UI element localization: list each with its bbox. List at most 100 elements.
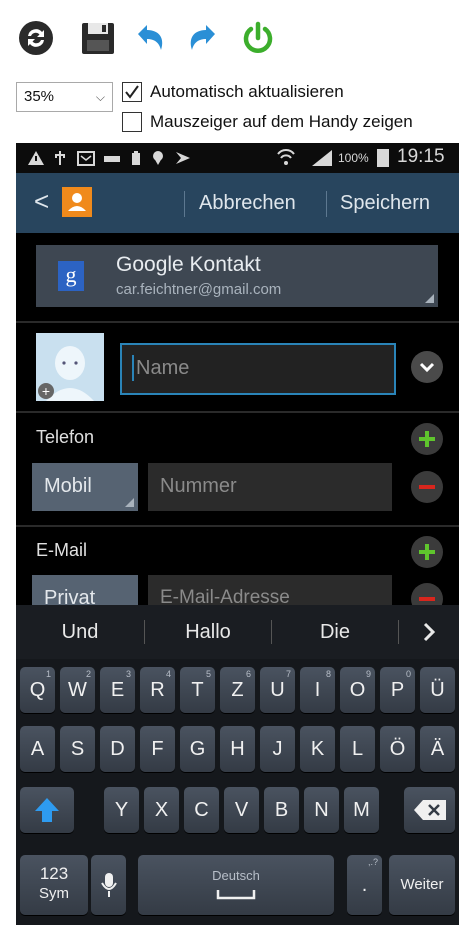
key[interactable]: B [264,787,299,833]
key[interactable]: G [180,726,215,772]
key[interactable]: Ä [420,726,455,772]
next-key[interactable]: Weiter [389,855,455,915]
shift-key[interactable] [20,787,74,833]
auto-update-label: Automatisch aktualisieren [150,82,344,101]
key-label: Ü [430,679,445,701]
key-label: T [191,679,204,701]
remove-phone-button[interactable] [411,471,443,503]
key[interactable]: Ü [420,667,455,713]
key-label: . [361,874,368,896]
key[interactable]: 4R [140,667,175,713]
cancel-button[interactable]: Abbrechen [199,192,296,215]
key[interactable]: Y [104,787,139,833]
phone-section-title: Telefon [36,427,95,447]
key[interactable]: 6Z [220,667,255,713]
key[interactable]: J [260,726,295,772]
key-label: P [390,679,405,701]
battery-icon [377,149,389,167]
divider [16,321,459,323]
key[interactable]: Ö [380,726,415,772]
key[interactable]: N [304,787,339,833]
shift-arrow-icon [35,798,59,822]
save-icon[interactable] [80,20,116,56]
key[interactable]: K [300,726,335,772]
microphone-icon [100,873,117,897]
notification-icons [28,151,190,166]
backspace-icon [413,800,446,820]
key-label: U [270,679,285,701]
plus-icon [419,544,435,560]
clock: 19:15 [397,146,445,167]
key[interactable]: L [340,726,375,772]
divider [184,191,185,217]
signal-icon [277,149,332,166]
key[interactable]: S [60,726,95,772]
key[interactable]: M [344,787,379,833]
key[interactable]: 3E [100,667,135,713]
show-pointer-checkbox[interactable] [122,112,142,132]
phone-number-input[interactable]: Nummer [148,463,392,511]
key[interactable]: 9O [340,667,375,713]
suggestion-word[interactable]: Die [272,605,398,659]
key[interactable]: H [220,726,255,772]
show-pointer-label: Mauszeiger auf dem Handy zeigen [150,112,413,131]
status-bar: 100% 19:15 [16,143,459,173]
add-email-button[interactable] [411,536,443,568]
keyboard: 1Q 2W 3E 4R 5T 6Z 7U 8I 9O 0P Ü A S D F … [16,659,459,925]
zoom-select[interactable]: 35% ⌵ [16,82,113,112]
key[interactable]: C [184,787,219,833]
auto-update-checkbox[interactable] [122,82,142,102]
space-bar-icon [216,890,256,900]
refresh-icon[interactable] [18,20,54,56]
key[interactable]: 5T [180,667,215,713]
key-hint: 4 [165,669,171,679]
key[interactable]: 7U [260,667,295,713]
zoom-value: 35% [24,88,55,105]
account-email: car.feichtner@gmail.com [116,281,282,298]
phone-type-select[interactable]: Mobil [32,463,138,511]
power-icon[interactable] [240,20,276,56]
back-icon[interactable]: < [34,187,49,215]
suggestion-bar: Und Hallo Die [16,605,459,659]
key[interactable]: A [20,726,55,772]
key-hint: 6 [245,669,251,679]
key[interactable]: 1Q [20,667,55,713]
contacts-app-icon [62,187,92,217]
space-key[interactable]: Deutsch [138,855,334,915]
expand-name-button[interactable] [411,351,443,383]
name-placeholder: Name [136,357,190,379]
dot-key[interactable]: ,.?. [347,855,382,915]
chevron-down-icon [419,362,435,373]
key[interactable]: 2W [60,667,95,713]
key[interactable]: F [140,726,175,772]
backspace-key[interactable] [404,787,455,833]
key[interactable]: 8I [300,667,335,713]
undo-icon[interactable] [132,20,168,56]
key-hint: 5 [205,669,211,679]
phone-screen: 100% 19:15 < Abbrechen Speichern g Googl… [16,143,459,925]
voice-key[interactable] [91,855,126,915]
divider [16,411,459,413]
battery-percent: 100% [338,151,369,165]
symbols-key[interactable]: 123 Sym [20,855,88,915]
key[interactable]: X [144,787,179,833]
chevron-right-icon[interactable] [418,621,440,643]
suggestion-word[interactable]: Und [16,605,144,659]
key[interactable]: D [100,726,135,772]
name-input[interactable]: Name [120,343,396,395]
contact-photo[interactable]: + [36,333,104,401]
key[interactable]: 0P [380,667,415,713]
suggestion-word[interactable]: Hallo [145,605,271,659]
redo-icon[interactable] [185,20,221,56]
email-section-title: E-Mail [36,540,88,560]
symbols-key-line1: 123 [39,864,69,883]
key-hint: 9 [365,669,371,679]
key-hint: 2 [85,669,91,679]
save-button[interactable]: Speichern [340,192,430,215]
divider [326,191,327,217]
add-phone-button[interactable] [411,423,443,455]
action-bar: < Abbrechen Speichern [16,173,459,233]
phone-number-placeholder: Nummer [160,475,237,497]
account-selector[interactable]: g Google Kontakt car.feichtner@gmail.com [36,245,438,307]
key[interactable]: V [224,787,259,833]
